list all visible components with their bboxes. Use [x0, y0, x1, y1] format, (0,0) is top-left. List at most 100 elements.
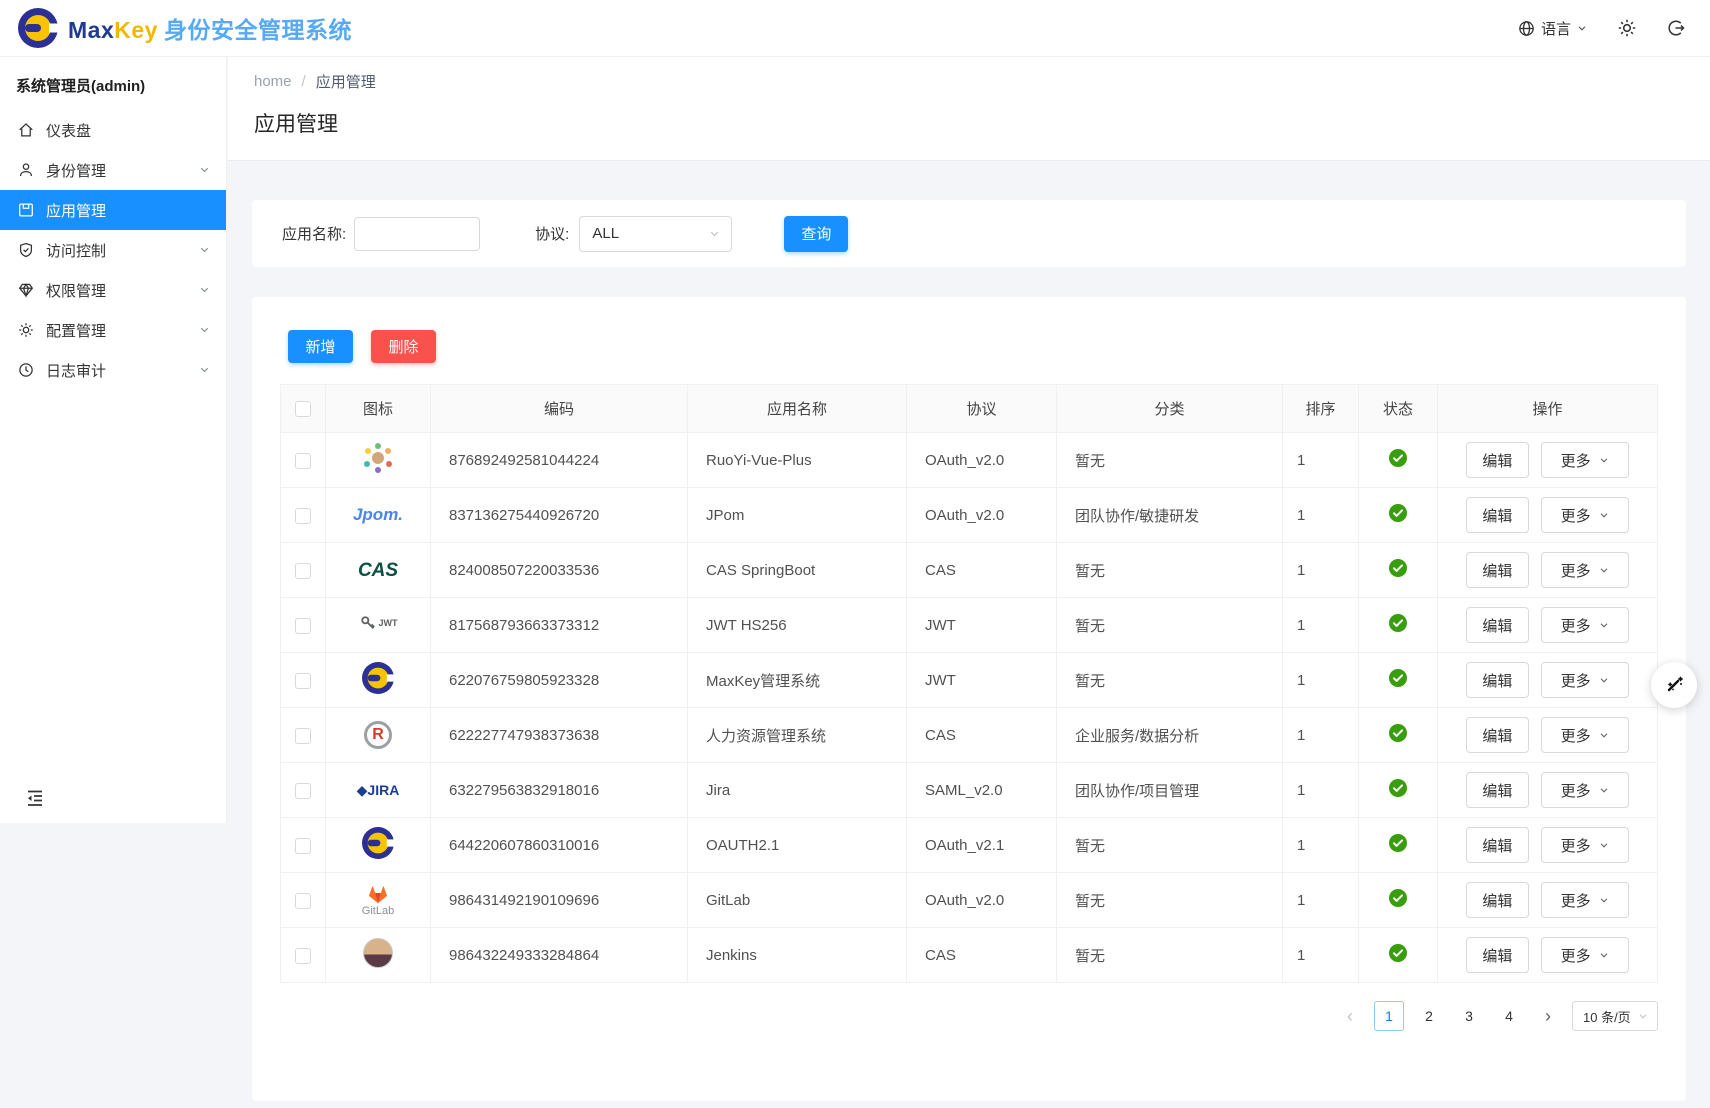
sidebar-item-permission[interactable]: 权限管理 — [0, 270, 226, 310]
status-enabled-icon — [1388, 558, 1408, 578]
protocol-label: 协议: — [535, 223, 569, 244]
more-button[interactable]: 更多 — [1541, 442, 1629, 478]
jpom-icon: Jpom. — [353, 506, 403, 523]
app-name: MaxKey管理系统 — [688, 653, 907, 708]
edit-button[interactable]: 编辑 — [1466, 607, 1529, 643]
edit-button[interactable]: 编辑 — [1466, 937, 1529, 973]
logout-button[interactable] — [1666, 18, 1686, 38]
settings-button[interactable] — [1616, 17, 1638, 39]
more-button[interactable]: 更多 — [1541, 662, 1629, 698]
chevron-down-icon — [1598, 839, 1610, 851]
gear-icon — [17, 321, 35, 339]
chevron-down-icon — [1598, 509, 1610, 521]
row-checkbox[interactable] — [295, 783, 311, 799]
more-button[interactable]: 更多 — [1541, 552, 1629, 588]
sidebar-collapse-button[interactable] — [24, 787, 46, 809]
sidebar-item-audit[interactable]: 日志审计 — [0, 350, 226, 390]
row-checkbox[interactable] — [295, 948, 311, 964]
column-header-status: 状态 — [1359, 385, 1438, 433]
clock-icon — [17, 361, 35, 379]
page-size-select[interactable]: 10 条/页 — [1572, 1001, 1658, 1031]
table-row: ◆JIRA 632279563832918016 Jira SAML_v2.0 … — [281, 763, 1658, 818]
table-row: 644220607860310016 OAUTH2.1 OAuth_v2.1 暂… — [281, 818, 1658, 873]
user-icon — [17, 161, 35, 179]
edit-button[interactable]: 编辑 — [1466, 882, 1529, 918]
select-all-checkbox[interactable] — [295, 401, 311, 417]
app-sort: 1 — [1283, 488, 1359, 543]
edit-button[interactable]: 编辑 — [1466, 662, 1529, 698]
app-code: 876892492581044224 — [431, 433, 688, 488]
app-sort: 1 — [1283, 598, 1359, 653]
sidebar: 系统管理员(admin) 仪表盘 身份管理 应用管理 访问控制 权限管理 配置管… — [0, 57, 227, 823]
admin-user-label: 系统管理员(admin) — [0, 57, 226, 104]
chevron-down-icon — [198, 163, 212, 177]
row-checkbox[interactable] — [295, 893, 311, 909]
app-sort: 1 — [1283, 763, 1359, 818]
protocol-selected-value: ALL — [592, 225, 619, 242]
edit-button[interactable]: 编辑 — [1466, 552, 1529, 588]
page-button-3[interactable]: 3 — [1454, 1001, 1484, 1031]
page-button-2[interactable]: 2 — [1414, 1001, 1444, 1031]
jwt-icon: JWT — [359, 614, 398, 632]
edit-button[interactable]: 编辑 — [1466, 442, 1529, 478]
sidebar-item-config[interactable]: 配置管理 — [0, 310, 226, 350]
sidebar-item-identity[interactable]: 身份管理 — [0, 150, 226, 190]
row-checkbox[interactable] — [295, 618, 311, 634]
row-checkbox[interactable] — [295, 508, 311, 524]
language-menu[interactable]: 语言 — [1517, 18, 1588, 39]
delete-button[interactable]: 删除 — [371, 330, 436, 363]
row-checkbox[interactable] — [295, 453, 311, 469]
chevron-down-icon — [1598, 729, 1610, 741]
next-page-button[interactable]: › — [1534, 1001, 1562, 1031]
sidebar-item-dashboard[interactable]: 仪表盘 — [0, 110, 226, 150]
app-name: JWT HS256 — [688, 598, 907, 653]
table-header-row: 图标 编码 应用名称 协议 分类 排序 状态 操作 — [281, 385, 1658, 433]
add-button[interactable]: 新增 — [288, 330, 353, 363]
app-name: Jenkins — [688, 928, 907, 983]
row-checkbox[interactable] — [295, 838, 311, 854]
column-header-category: 分类 — [1057, 385, 1283, 433]
more-button[interactable]: 更多 — [1541, 827, 1629, 863]
app-protocol: CAS — [907, 708, 1057, 763]
row-checkbox[interactable] — [295, 673, 311, 689]
status-enabled-icon — [1388, 723, 1408, 743]
prev-page-button[interactable]: ‹ — [1336, 1001, 1364, 1031]
more-button[interactable]: 更多 — [1541, 937, 1629, 973]
app-protocol: JWT — [907, 653, 1057, 708]
more-button[interactable]: 更多 — [1541, 882, 1629, 918]
more-button[interactable]: 更多 — [1541, 717, 1629, 753]
more-button[interactable]: 更多 — [1541, 607, 1629, 643]
search-button[interactable]: 查询 — [784, 216, 848, 252]
table-row: JWT 817568793663373312 JWT HS256 JWT 暂无 … — [281, 598, 1658, 653]
more-button[interactable]: 更多 — [1541, 497, 1629, 533]
edit-button[interactable]: 编辑 — [1466, 497, 1529, 533]
sidebar-item-apps[interactable]: 应用管理 — [0, 190, 226, 230]
top-header: MaxKey身份安全管理系统 语言 — [0, 0, 1710, 57]
theme-customizer-button[interactable] — [1651, 662, 1697, 708]
app-name-input[interactable] — [354, 217, 480, 251]
brand-name: MaxKey身份安全管理系统 — [68, 11, 352, 45]
column-header-name: 应用名称 — [688, 385, 907, 433]
row-checkbox[interactable] — [295, 728, 311, 744]
sidebar-item-access[interactable]: 访问控制 — [0, 230, 226, 270]
page-header: home / 应用管理 应用管理 — [228, 57, 1710, 161]
page-button-1[interactable]: 1 — [1374, 1001, 1404, 1031]
chevron-down-icon — [1598, 784, 1610, 796]
app-name: RuoYi-Vue-Plus — [688, 433, 907, 488]
maxkey-icon — [358, 823, 398, 863]
app-name: 人力资源管理系统 — [688, 708, 907, 763]
table-row: 876892492581044224 RuoYi-Vue-Plus OAuth_… — [281, 433, 1658, 488]
edit-button[interactable]: 编辑 — [1466, 717, 1529, 753]
protocol-select[interactable]: ALL — [579, 216, 732, 252]
breadcrumb-home[interactable]: home — [254, 73, 292, 90]
gear-icon — [1616, 17, 1638, 39]
row-checkbox[interactable] — [295, 563, 311, 579]
edit-button[interactable]: 编辑 — [1466, 772, 1529, 808]
hr-icon: R — [364, 721, 392, 749]
more-button[interactable]: 更多 — [1541, 772, 1629, 808]
page-button-4[interactable]: 4 — [1494, 1001, 1524, 1031]
status-enabled-icon — [1388, 448, 1408, 468]
gem-icon — [17, 281, 35, 299]
app-protocol: JWT — [907, 598, 1057, 653]
edit-button[interactable]: 编辑 — [1466, 827, 1529, 863]
